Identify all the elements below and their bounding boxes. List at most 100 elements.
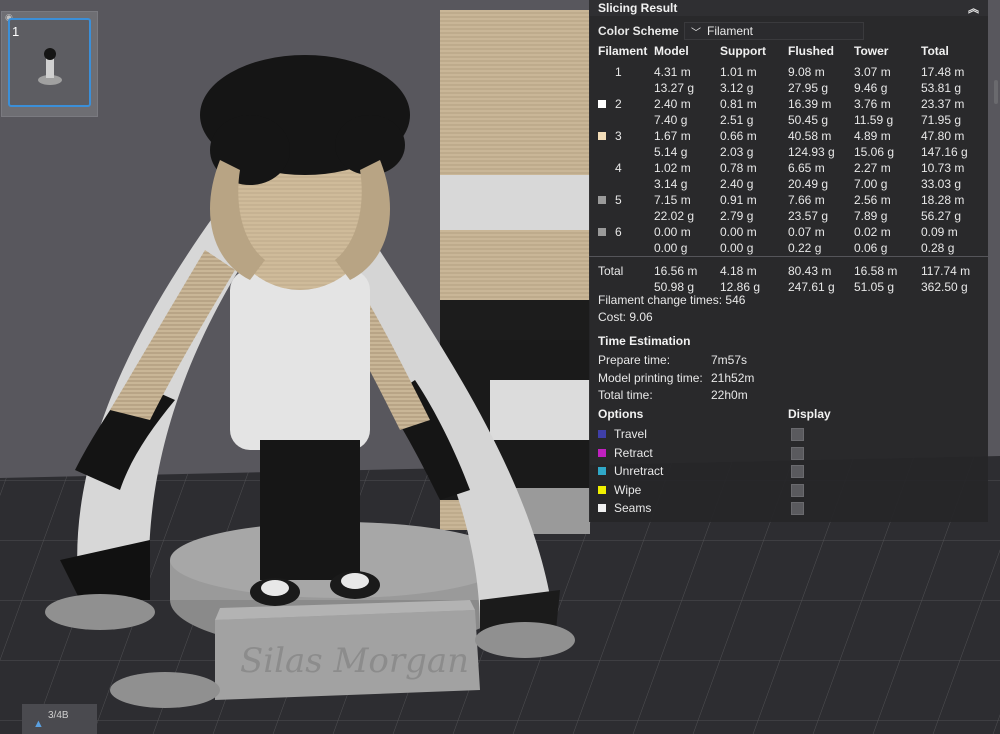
filament-tower-cell: 2.56 m 7.89 g [854,192,921,224]
model-length: 2.40 m [654,97,691,111]
axis-label: 3/4B [48,710,69,721]
options-title: Options [598,407,644,421]
printing-time-row: Model printing time: 21h52m [598,371,754,385]
filament-total-cell: 18.28 m 56.27 g [921,192,988,224]
filament-total-cell: 47.80 m 147.16 g [921,128,988,160]
flushed-weight: 50.45 g [788,113,829,127]
filament-row: 5 7.15 m 22.02 g 0.91 m 2.79 g 7.66 m 23.57 g 2… [589,192,988,224]
flushed-weight: 124.93 g [788,145,835,159]
total-weight: 71.95 g [921,113,962,127]
tower-weight: 15.06 g [854,145,895,159]
model-weight: 22.02 g [654,209,695,223]
total-weight: 0.28 g [921,241,955,255]
filament-id-label: 6 [615,225,622,239]
filament-flushed-cell: 6.65 m 20.49 g [788,160,854,192]
filament-id-label: 4 [615,161,622,175]
filament-model-cell: 7.15 m 22.02 g [654,192,720,224]
filament-total-cell: 23.37 m 71.95 g [921,96,988,128]
filament-model-cell: 4.31 m 13.27 g [654,59,720,96]
model-weight: 7.40 g [654,113,688,127]
filament-id: 5 [598,192,654,208]
filament-id: 4 [598,160,654,176]
filament-model-cell: 1.02 m 3.14 g [654,160,720,192]
display-wipe-checkbox[interactable] [791,483,804,497]
filament-tower-cell: 3.07 m 9.46 g [854,59,921,96]
filament-total-cell: 10.73 m 33.03 g [921,160,988,192]
flushed-weight: 0.22 g [788,241,822,255]
color-scheme-label: Color Scheme [598,24,679,38]
option-label: Unretract [614,464,664,478]
panel-header: Slicing Result ︽ [589,0,988,16]
option-unretract: Unretract [598,464,808,478]
support-length: 0.66 m [720,129,757,143]
filament-id-label: 5 [615,193,622,207]
total-length: 47.80 m [921,129,965,143]
total-label: Total [589,256,654,295]
support-length: 0.91 m [720,193,757,207]
engraved-text: Silas Morgan [240,641,469,681]
option-label: Travel [614,427,647,441]
filament-support-cell: 0.81 m 2.51 g [720,96,788,128]
option-label: Retract [614,445,653,460]
tower-weight: 9.46 g [854,81,888,95]
collapse-icon[interactable]: ︽ [968,0,979,16]
support-length: 1.01 m [720,65,757,79]
printing-time-value: 21h52m [711,371,755,385]
filament-support-cell: 0.66 m 2.03 g [720,128,788,160]
total-flushed-cell: 80.43 m 247.61 g [788,256,854,295]
model-weight: 3.14 g [654,177,688,191]
model-length: 4.31 m [654,65,691,79]
plate-number: 1 [12,24,20,39]
filament-id-cell: 6 [589,224,654,257]
total-time-row: Total time: 22h0m [598,388,748,402]
support-weight: 2.40 g [720,177,754,191]
header-total: Total [921,43,949,58]
chevron-down-icon: ﹀ [691,27,701,39]
panel-title: Slicing Result [598,1,678,15]
display-unretract-checkbox[interactable] [791,465,804,478]
support-length: 0.78 m [720,161,757,175]
option-color-swatch [598,430,606,438]
filament-id-cell: 1 [589,59,654,96]
plate-thumbnail-selected[interactable] [8,18,91,107]
filament-row: 1 4.31 m 13.27 g 1.01 m 3.12 g 9.08 m 27.95 g 3… [589,59,988,96]
cost-label: Cost: [598,310,627,324]
model-weight: 5.14 g [654,145,688,159]
filament-support-cell: 0.78 m 2.40 g [720,160,788,192]
display-travel-checkbox[interactable] [791,428,804,441]
option-label: Seams [614,501,652,515]
filament-color-swatch [598,100,606,108]
display-title: Display [788,407,831,421]
filament-id-cell: 3 [589,128,654,160]
filament-row: 2 2.40 m 7.40 g 0.81 m 2.51 g 16.39 m 50.45 g 3… [589,96,988,128]
printing-time-label: Model printing time: [598,371,703,385]
flushed-length: 9.08 m [788,65,825,79]
support-weight: 0.00 g [720,241,754,255]
filament-flushed-cell: 16.39 m 50.45 g [788,96,854,128]
filament-tower-cell: 4.89 m 15.06 g [854,128,921,160]
display-seams-checkbox[interactable] [791,502,804,515]
total-model-cell: 16.56 m 50.98 g [654,256,720,295]
filament-row: 4 1.02 m 3.14 g 0.78 m 2.40 g 6.65 m 20.49 g 2.… [589,160,988,192]
plate-thumbnail[interactable]: ◉ 1 [1,11,98,117]
flushed-weight: 20.49 g [788,177,829,191]
filament-color-swatch [598,196,606,204]
header-filament: Filament [598,43,648,58]
total-length: 18.28 m [921,193,965,207]
tower-weight: 11.59 g [854,113,894,127]
tower-weight: 7.89 g [854,209,888,223]
option-label: Wipe [614,482,642,497]
tower-length: 0.02 m [854,225,891,239]
color-scheme-dropdown[interactable]: ﹀ Filament [684,22,864,40]
filament-change-value: 546 [725,293,746,307]
scrollbar[interactable] [994,80,998,104]
flushed-length: 6.65 m [788,161,825,175]
total-total-weight: 362.50 g [921,280,968,294]
total-weight: 56.27 g [921,209,962,223]
table-header-row: Filament Model Support Flushed Tower Tot… [589,42,988,59]
total-row: Total 16.56 m 50.98 g 4.18 m 12.86 g 80.43 m 2… [589,256,988,295]
filament-tower-cell: 2.27 m 7.00 g [854,160,921,192]
total-weight: 53.81 g [921,81,962,95]
total-time-value: 22h0m [711,388,748,402]
display-retract-checkbox[interactable] [791,446,804,460]
